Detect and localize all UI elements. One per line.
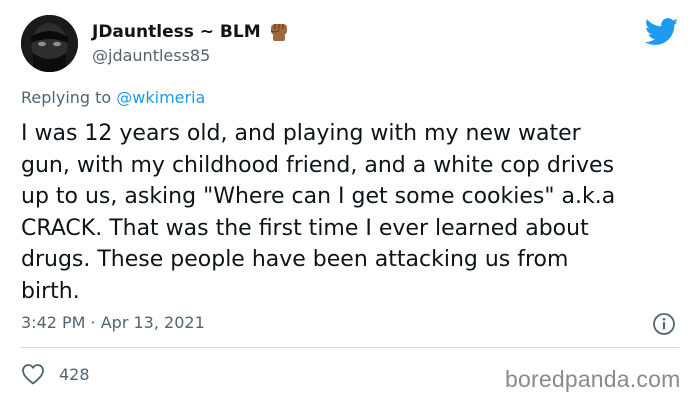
tweet-text: I was 12 years old, and playing with my … [21,121,616,304]
reply-context: Replying to @wkimeria [21,88,205,107]
divider [21,347,679,348]
tweet-timestamp[interactable]: 3:42 PM · Apr 13, 2021 [21,313,205,332]
like-count: 428 [59,364,90,384]
reply-prefix: Replying to [21,88,112,107]
author-name[interactable]: JDauntless ~ BLM [92,22,261,42]
like-action[interactable]: 428 [21,363,90,385]
raised-fist-emoji-icon [268,21,290,43]
watermark: boredpanda.com [505,366,681,392]
author-row: JDauntless ~ BLM [92,21,290,43]
info-icon[interactable] [652,312,676,336]
avatar[interactable] [21,15,78,72]
twitter-bird-icon[interactable] [644,18,679,46]
heart-icon[interactable] [21,363,45,385]
author-handle[interactable]: @jdauntless85 [92,46,210,65]
reply-to-link[interactable]: @wkimeria [116,88,205,107]
